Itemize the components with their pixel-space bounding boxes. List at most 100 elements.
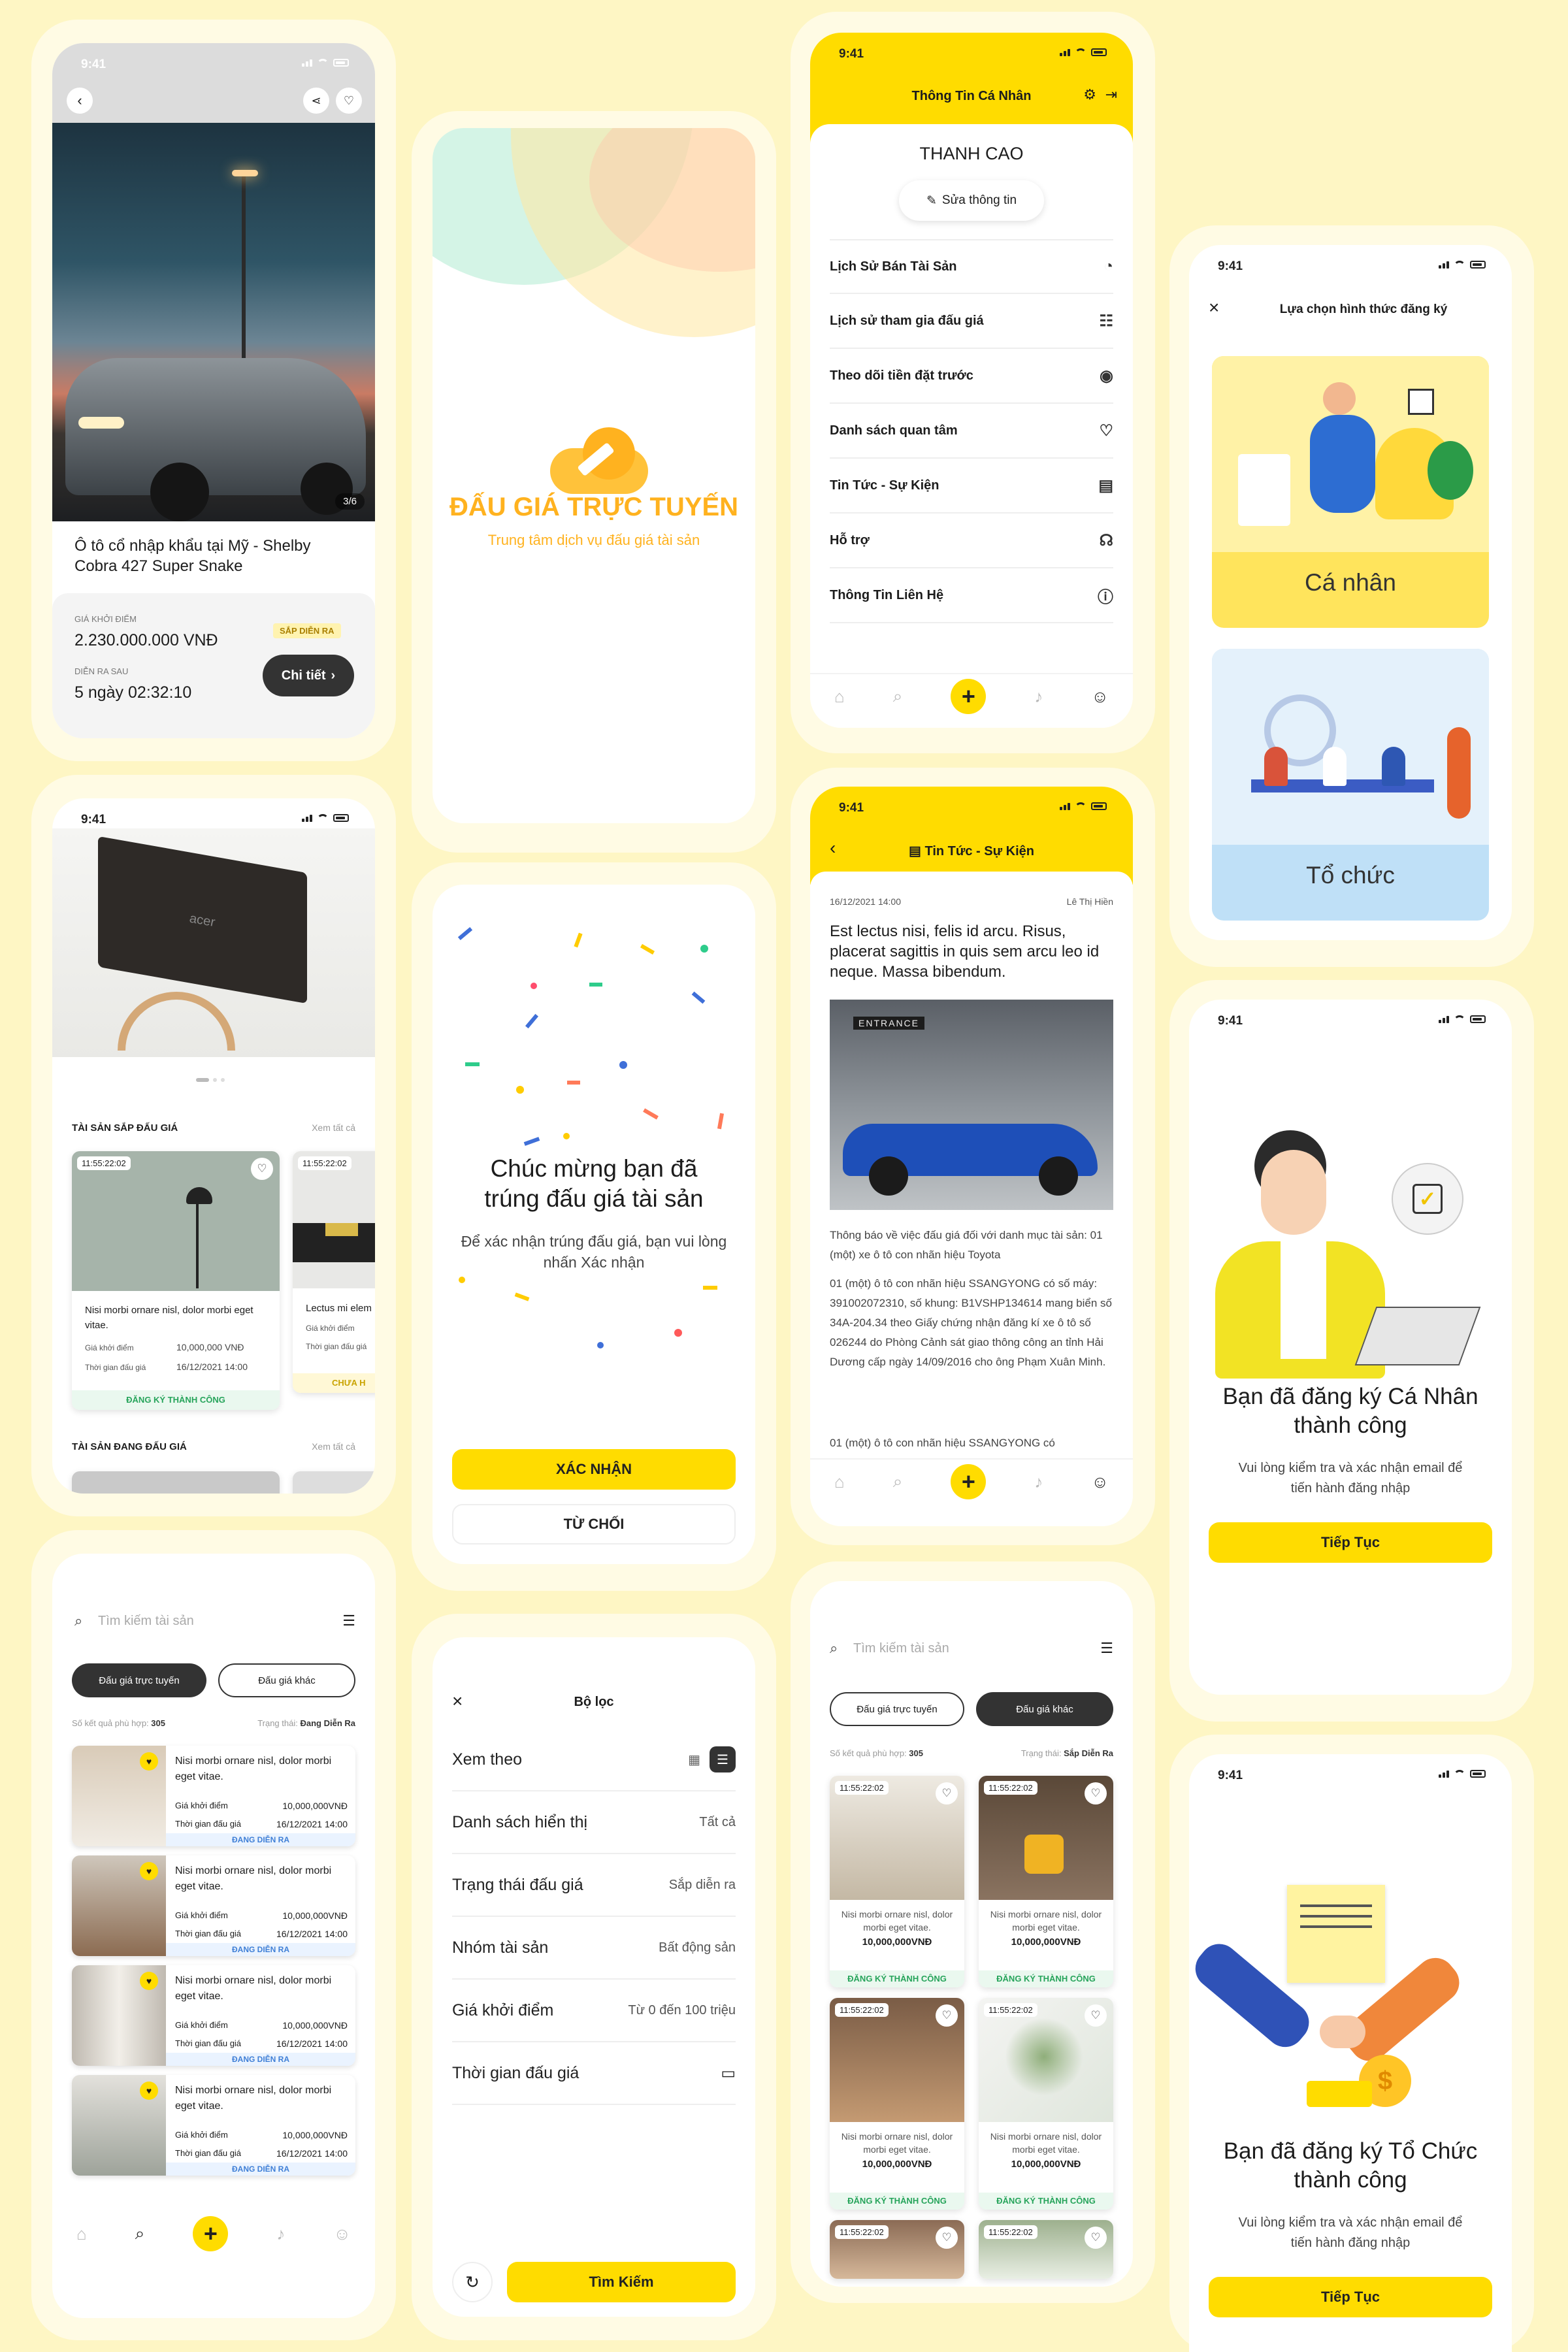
bell-icon[interactable]: ♪	[1034, 687, 1043, 707]
battery-icon	[1470, 1770, 1486, 1778]
confirm-button[interactable]: XÁC NHẬN	[452, 1449, 736, 1490]
grid-card[interactable]: 11:55:22:02 ♡	[979, 2220, 1113, 2279]
search-icon[interactable]: ⌕	[893, 686, 903, 707]
state-value: Sắp Diễn Ra	[1064, 1748, 1113, 1758]
filter-row-view[interactable]: Xem theo ▦ ☰	[452, 1729, 736, 1791]
search-icon[interactable]: ⌕	[893, 1471, 903, 1492]
edit-profile-button[interactable]: ✎ Sửa thông tin	[899, 180, 1044, 221]
grid-card[interactable]: 11:55:22:02 ♡ Nisi morbi ornare nisl, dolo…	[830, 1998, 964, 2210]
menu-label: Lịch Sử Bán Tài Sản	[830, 259, 957, 274]
user-icon[interactable]: ☺	[1091, 687, 1109, 707]
status-bar: 9:41	[810, 787, 1133, 823]
heart-icon[interactable]: ♡	[1085, 1782, 1107, 1805]
state-label: Trạng thái:	[257, 1718, 298, 1728]
tab-online[interactable]: Đấu giá trực tuyến	[830, 1692, 964, 1726]
auction-card[interactable]	[72, 1471, 280, 1494]
menu-watchlist[interactable]: Danh sách quan tâm ♡	[830, 404, 1113, 459]
search-icon[interactable]: ⌕	[135, 2223, 145, 2244]
heart-icon[interactable]: ♡	[936, 2004, 958, 2027]
list-item[interactable]: ♥ Nisi morbi ornare nisl, dolor morbi ege…	[72, 1855, 355, 1956]
results-label: Số kết quả phù hợp:	[830, 1748, 907, 1758]
tab-other[interactable]: Đấu giá khác	[218, 1663, 355, 1697]
list-item[interactable]: ♥ Nisi morbi ornare nisl, dolor morbi ege…	[72, 1746, 355, 1846]
auction-card[interactable]	[293, 1471, 375, 1494]
search-input[interactable]: Tìm kiếm tài sản	[853, 1641, 949, 1656]
filter-row-time[interactable]: Thời gian đấu giá ▭	[452, 2042, 736, 2105]
favorite-button[interactable]: ♡	[336, 88, 362, 114]
heart-icon[interactable]: ♥	[140, 1862, 158, 1880]
heart-icon[interactable]: ♥	[140, 1752, 158, 1771]
close-icon[interactable]: ×	[1209, 297, 1219, 318]
refresh-icon: ↻	[465, 2272, 480, 2292]
back-button[interactable]: ‹	[67, 88, 93, 114]
success-text: Vui lòng kiểm tra và xác nhận email để t…	[1238, 2215, 1463, 2250]
reset-button[interactable]: ↻	[452, 2262, 493, 2302]
see-all-link[interactable]: Xem tất cả	[312, 1122, 355, 1133]
tab-online[interactable]: Đấu giá trực tuyến	[72, 1663, 206, 1697]
menu-contact[interactable]: Thông Tin Liên Hệ ⓘ	[830, 568, 1113, 623]
screen-organization-success: 9:41 $ Bạn đã đăng ký Tổ Chức thành công…	[1189, 1754, 1512, 2352]
grid-card[interactable]: 11:55:22:02 ♡	[830, 2220, 964, 2279]
user-icon[interactable]: ☺	[333, 2224, 351, 2244]
share-button[interactable]: ⋖	[303, 88, 329, 114]
grid-card[interactable]: 11:55:22:02 ♡ Nisi morbi ornare nisl, dolo…	[979, 1998, 1113, 2210]
bell-icon[interactable]: ♪	[276, 2224, 285, 2244]
heart-icon[interactable]: ♡	[251, 1158, 273, 1180]
menu-support[interactable]: Hỗ trợ ☊	[830, 514, 1113, 568]
auction-card[interactable]: 11:55:22:02 Lectus mi elem Giá khởi điểm…	[293, 1151, 375, 1393]
item-title: Nisi morbi ornare nisl, dolor morbi eget…	[175, 1865, 332, 1892]
grid-card[interactable]: 11:55:22:02 ♡ Nisi morbi ornare nisl, dolo…	[830, 1776, 964, 1987]
add-icon[interactable]: +	[951, 1464, 987, 1499]
search-button[interactable]: Tìm Kiếm	[507, 2262, 736, 2302]
bottom-tab-bar: ⌂ ⌕ + ♪ ☺	[52, 2211, 375, 2257]
user-icon[interactable]: ☺	[1091, 1472, 1109, 1492]
continue-button[interactable]: Tiếp Tục	[1209, 2277, 1492, 2317]
heart-icon[interactable]: ♥	[140, 1972, 158, 1990]
row-label: Xem theo	[452, 1750, 523, 1769]
heart-icon[interactable]: ♡	[1085, 2004, 1107, 2027]
grid-card[interactable]: 11:55:22:02 ♡ Nisi morbi ornare nisl, dolo…	[979, 1776, 1113, 1987]
bottom-tab-bar: ⌂ ⌕ + ♪ ☺	[810, 673, 1133, 719]
heart-icon[interactable]: ♡	[936, 1782, 958, 1805]
home-icon[interactable]: ⌂	[834, 1472, 845, 1492]
tab-other[interactable]: Đấu giá khác	[976, 1692, 1113, 1726]
heart-icon[interactable]: ♥	[140, 2082, 158, 2100]
see-all-link[interactable]: Xem tất cả	[312, 1441, 355, 1452]
list-item[interactable]: ♥ Nisi morbi ornare nisl, dolor morbi ege…	[72, 2075, 355, 2176]
card-title: Nisi morbi ornare nisl, dolor morbi eget…	[990, 1909, 1102, 1933]
personal-option[interactable]: Cá nhân	[1212, 356, 1489, 628]
filter-row-price[interactable]: Giá khởi điểm Từ 0 đến 100 triệu	[452, 1980, 736, 2042]
menu-sales-history[interactable]: Lịch Sử Bán Tài Sản ◔	[830, 239, 1113, 294]
home-icon[interactable]: ⌂	[76, 2224, 87, 2244]
detail-button[interactable]: Chi tiết ›	[263, 655, 354, 696]
filter-icon[interactable]: ☰	[342, 1612, 355, 1629]
filter-row-status[interactable]: Trạng thái đấu giá Sắp diễn ra	[452, 1854, 736, 1917]
calendar-icon[interactable]: ▭	[721, 2064, 736, 2083]
filter-row-display[interactable]: Danh sách hiển thị Tất cả	[452, 1791, 736, 1854]
status-time: 9:41	[1218, 1014, 1243, 1028]
heart-icon[interactable]: ♡	[936, 2227, 958, 2249]
gear-icon[interactable]: ⚙	[1083, 86, 1096, 103]
filter-row-group[interactable]: Nhóm tài sản Bất động sản	[452, 1917, 736, 1980]
logout-icon[interactable]: ⇥	[1105, 86, 1117, 103]
menu-deposit[interactable]: Theo dõi tiền đặt trước ◉	[830, 349, 1113, 404]
bell-icon[interactable]: ♪	[1034, 1472, 1043, 1492]
menu-news[interactable]: Tin Tức - Sự Kiện ▤	[830, 459, 1113, 514]
list-item[interactable]: ♥ Nisi morbi ornare nisl, dolor morbi ege…	[72, 1965, 355, 2066]
card-status: ĐĂNG KÝ THÀNH CÔNG	[830, 2193, 964, 2210]
add-icon[interactable]: +	[951, 679, 987, 714]
filter-icon[interactable]: ☰	[1100, 1640, 1113, 1657]
home-icon[interactable]: ⌂	[834, 687, 845, 707]
reject-button[interactable]: TỪ CHỐI	[452, 1504, 736, 1544]
organization-option[interactable]: Tổ chức	[1212, 649, 1489, 921]
auction-card[interactable]: 11:55:22:02 ♡ Nisi morbi ornare nisl, do…	[72, 1151, 280, 1410]
continue-button[interactable]: Tiếp Tục	[1209, 1522, 1492, 1563]
add-icon[interactable]: +	[193, 2216, 229, 2251]
search-input[interactable]: Tìm kiếm tài sản	[98, 1614, 194, 1629]
list-view-icon[interactable]: ☰	[710, 1746, 736, 1772]
heart-icon[interactable]: ♡	[1085, 2227, 1107, 2249]
grid-view-icon[interactable]: ▦	[688, 1752, 700, 1768]
menu-bid-history[interactable]: Lịch sử tham gia đấu giá ☷	[830, 294, 1113, 349]
menu-label: Danh sách quan tâm	[830, 423, 958, 438]
menu-label: Hỗ trợ	[830, 532, 870, 547]
